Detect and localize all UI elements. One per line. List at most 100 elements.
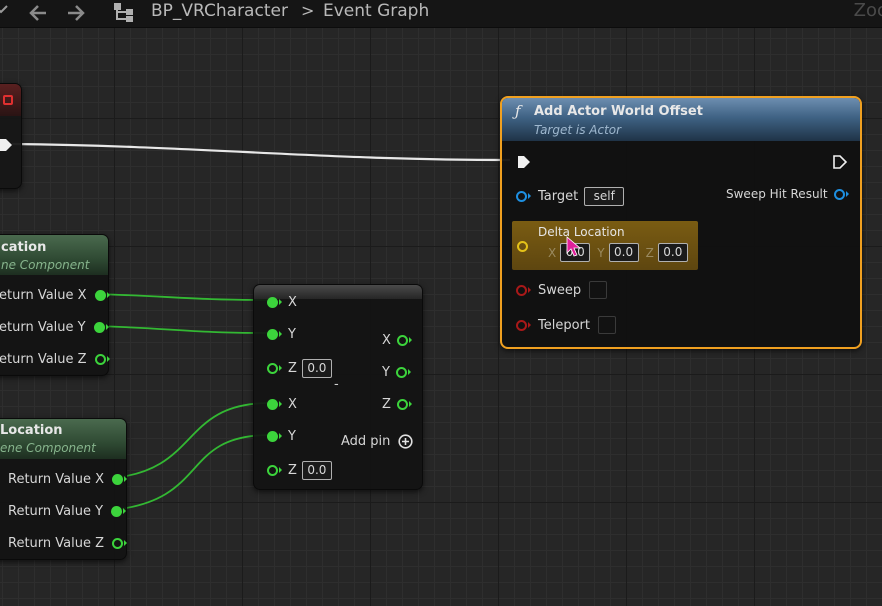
- mouse-cursor-icon: [566, 236, 582, 262]
- float-pin-icon[interactable]: [267, 464, 278, 476]
- float-pin-icon[interactable]: [396, 398, 408, 410]
- vector-add-node[interactable]: X Y Z 0.0 X Y Z 0.0 - X Y Z Add pin: [253, 284, 423, 490]
- float-pin-icon[interactable]: [267, 362, 278, 374]
- float-pin-icon[interactable]: [111, 505, 123, 517]
- function-icon: ƒ: [515, 102, 521, 120]
- input-pin-b-y[interactable]: Y: [267, 426, 296, 446]
- output-pin-x[interactable]: X: [382, 330, 412, 350]
- pin-label: Z: [382, 396, 391, 412]
- pin-return-z[interactable]: eturn Value Z: [0, 349, 110, 369]
- pin-label: X: [382, 332, 391, 348]
- float-pin-icon[interactable]: [267, 430, 278, 442]
- struct-pin-icon[interactable]: [833, 188, 845, 200]
- breadcrumb-separator: >: [301, 1, 315, 20]
- node-title: Add Actor World Offset: [534, 104, 703, 119]
- float-pin-icon[interactable]: [112, 537, 124, 549]
- float-pin-icon[interactable]: [267, 328, 278, 340]
- output-pin-z[interactable]: Z: [382, 394, 412, 414]
- pin-label: Z: [288, 360, 297, 376]
- exec-out-pin-icon[interactable]: [832, 154, 848, 174]
- pin-label: X: [288, 396, 297, 412]
- breadcrumb-blueprint[interactable]: BP_VRCharacter: [151, 0, 288, 22]
- sweep-checkbox[interactable]: [589, 281, 608, 299]
- pin-label: Return Value Z: [8, 535, 105, 551]
- x-label: X: [548, 245, 557, 260]
- back-arrow-icon[interactable]: [28, 4, 48, 26]
- float-wire-bottom-x: [111, 402, 269, 479]
- float-pin-icon[interactable]: [267, 398, 278, 410]
- pin-return-x[interactable]: Return Value X: [8, 469, 128, 489]
- pin-label: Sweep: [538, 282, 582, 298]
- get-location-node-top[interactable]: cation ne Component eturn Value X eturn …: [0, 234, 110, 376]
- pin-return-z[interactable]: Return Value Z: [8, 533, 128, 553]
- pin-label: Return Value Y: [8, 503, 104, 519]
- output-pin-y[interactable]: Y: [382, 362, 411, 382]
- delta-z-input[interactable]: 0.0: [657, 243, 688, 262]
- pin-label: Target: [538, 188, 579, 204]
- pin-delta-location-highlight[interactable]: Delta Location X 0.0 Y 0.0 Z 0.0: [512, 221, 698, 270]
- pin-label: Sweep Hit Result: [726, 187, 828, 201]
- node-subtitle: Target is Actor: [534, 123, 622, 137]
- pin-return-x[interactable]: eturn Value X: [0, 285, 110, 305]
- float-pin-icon[interactable]: [112, 473, 124, 485]
- delta-y-input[interactable]: 0.0: [608, 243, 639, 262]
- pin-target[interactable]: Target self: [516, 186, 625, 206]
- float-pin-icon[interactable]: [94, 289, 106, 301]
- input-pin-b-x[interactable]: X: [267, 394, 297, 414]
- node-subtitle: ne Component: [1, 258, 90, 272]
- add-pin-label: Add pin: [341, 433, 391, 449]
- node-title: cation: [1, 240, 47, 255]
- pin-label: eturn Value Z: [0, 351, 87, 367]
- pin-label: eturn Value Y: [0, 319, 86, 335]
- get-location-node-bottom[interactable]: Location ene Component Return Value X Re…: [0, 418, 128, 560]
- zoom-label: Zoo: [853, 0, 882, 21]
- object-pin-icon[interactable]: [516, 190, 527, 202]
- input-pin-a-x[interactable]: X: [267, 292, 297, 312]
- float-wire-bottom-y: [111, 434, 269, 511]
- target-value-input[interactable]: self: [584, 186, 625, 206]
- float-wire-top-x: [93, 293, 269, 301]
- pin-label: Y: [288, 326, 296, 342]
- input-pin-a-y[interactable]: Y: [267, 324, 296, 344]
- teleport-checkbox[interactable]: [598, 316, 616, 334]
- z-value-input-a[interactable]: 0.0: [301, 358, 332, 378]
- float-pin-icon[interactable]: [395, 366, 407, 378]
- operator-glyph: -: [334, 377, 339, 392]
- pin-label: Y: [382, 364, 390, 380]
- exec-pin-icon[interactable]: [0, 137, 13, 156]
- graph-toolbar: BP_VRCharacter > Event Graph Zoo: [0, 0, 882, 28]
- pin-label: Return Value X: [8, 471, 105, 487]
- pin-return-y[interactable]: eturn Value Y: [0, 317, 109, 337]
- y-label: Y: [597, 245, 605, 260]
- float-pin-icon[interactable]: [93, 321, 105, 333]
- pin-label: eturn Value X: [0, 287, 87, 303]
- vector-pin-icon[interactable]: [517, 241, 528, 252]
- breadcrumb-graph[interactable]: Event Graph: [323, 0, 429, 22]
- float-pin-icon[interactable]: [396, 334, 408, 346]
- pin-label: Teleport: [538, 317, 590, 333]
- float-pin-icon[interactable]: [94, 353, 106, 365]
- exec-in-pin-icon[interactable]: [516, 154, 532, 174]
- exec-wire: [11, 142, 511, 162]
- bool-pin-icon[interactable]: [516, 319, 527, 331]
- event-node-partial[interactable]: [0, 83, 22, 189]
- input-pin-b-z[interactable]: Z 0.0: [267, 460, 332, 480]
- z-value-input-b[interactable]: 0.0: [301, 460, 332, 480]
- graph-hierarchy-icon: [112, 1, 136, 27]
- add-circle-icon[interactable]: [398, 433, 414, 449]
- bool-pin-icon[interactable]: [516, 284, 527, 296]
- delegate-pin-icon[interactable]: [3, 95, 13, 105]
- float-pin-icon[interactable]: [267, 296, 278, 308]
- float-wire-top-y: [93, 325, 269, 334]
- node-title: Location: [0, 423, 63, 438]
- add-actor-world-offset-node[interactable]: ƒ Add Actor World Offset Target is Actor…: [500, 96, 862, 349]
- pin-return-y[interactable]: Return Value Y: [8, 501, 127, 521]
- pin-sweep[interactable]: Sweep: [516, 280, 608, 300]
- collapse-chevron-icon[interactable]: [0, 2, 8, 20]
- pin-sweep-hit-result[interactable]: Sweep Hit Result: [726, 184, 849, 204]
- add-pin-button[interactable]: Add pin: [341, 431, 414, 451]
- input-pin-a-z[interactable]: Z 0.0: [267, 358, 332, 378]
- pin-label: Y: [288, 428, 296, 444]
- pin-teleport[interactable]: Teleport: [516, 315, 616, 335]
- forward-arrow-icon[interactable]: [66, 4, 86, 26]
